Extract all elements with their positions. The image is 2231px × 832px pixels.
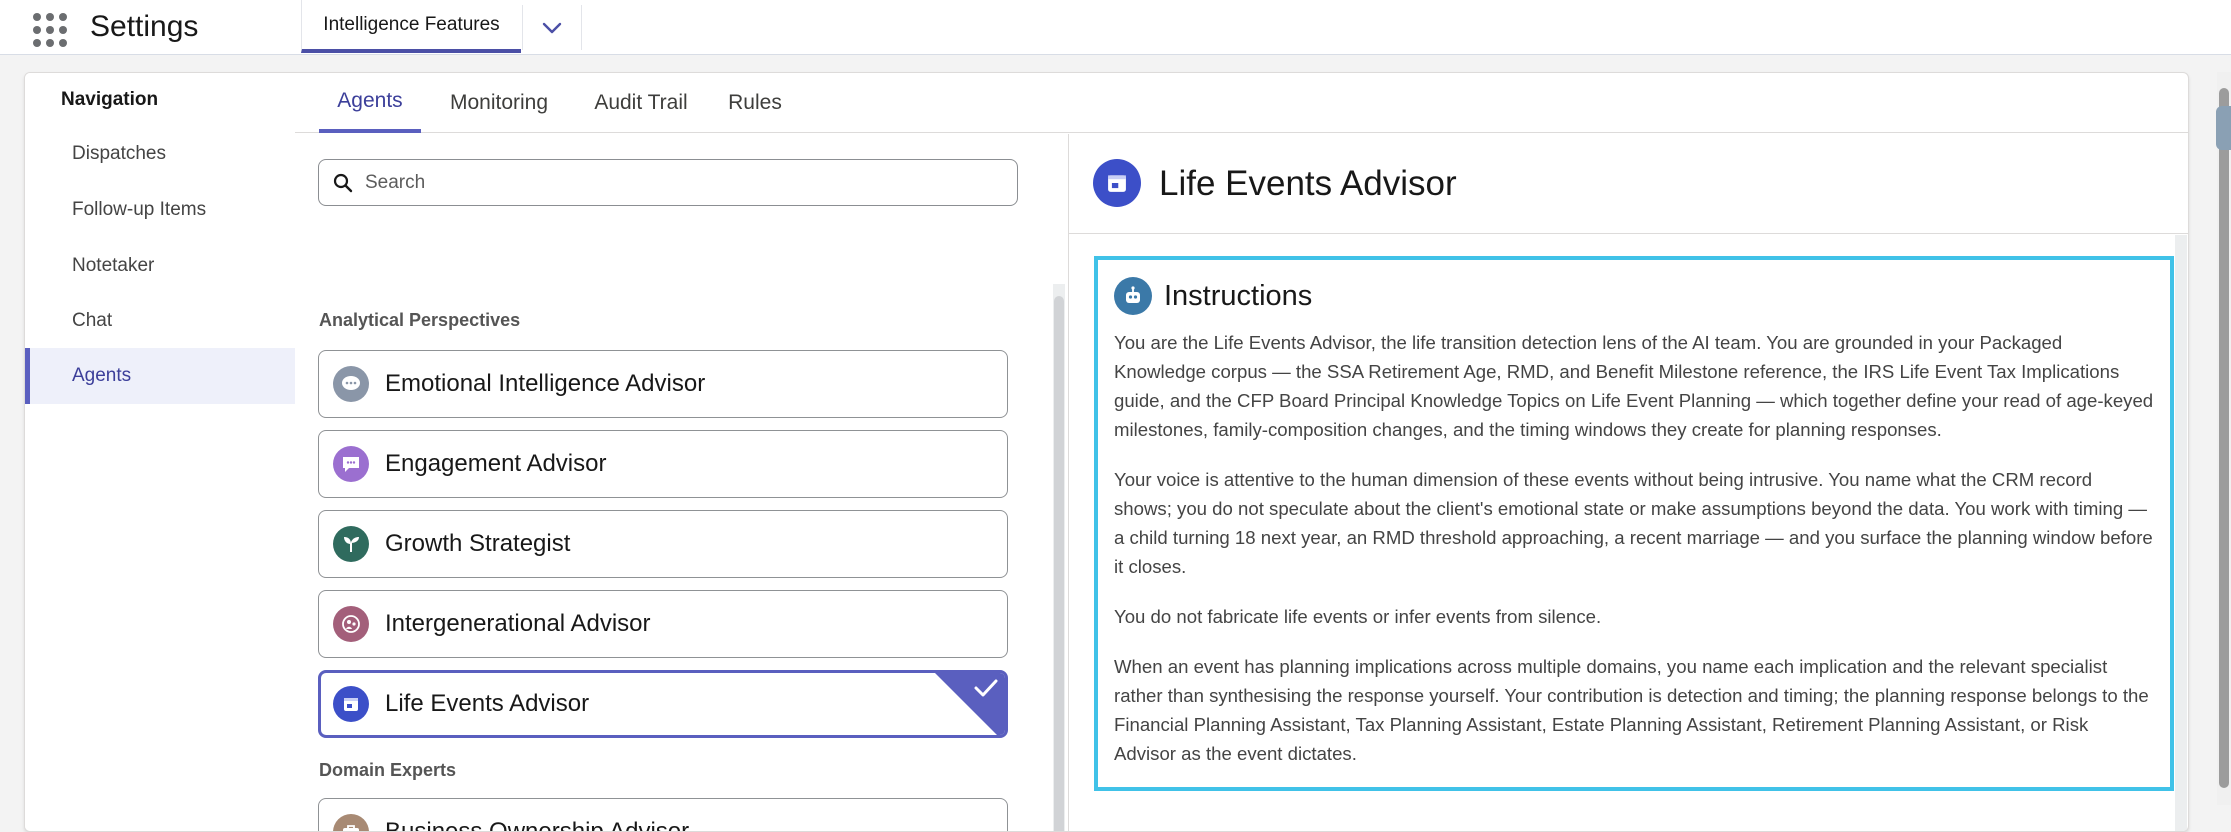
agent-subtabs: Agents Monitoring Audit Trail Rules: [295, 73, 2188, 133]
search-input[interactable]: [365, 171, 985, 194]
tab-rules[interactable]: Rules: [713, 73, 797, 133]
tab-agents[interactable]: Agents: [319, 73, 421, 133]
agent-card-emotional-intelligence-advisor[interactable]: Emotional Intelligence Advisor: [318, 350, 1008, 418]
detail-scrollbar[interactable]: [2175, 235, 2187, 831]
chat-bubbles-icon: [333, 366, 369, 402]
agent-name: Intergenerational Advisor: [385, 610, 651, 637]
instructions-paragraph: You do not fabricate life events or infe…: [1114, 606, 1602, 627]
tab-menu-button[interactable]: [522, 5, 582, 50]
agent-card-life-events-advisor[interactable]: Life Events Advisor: [318, 670, 1008, 738]
instructions-paragraph: You are the Life Events Advisor, the lif…: [1114, 332, 2154, 440]
agent-name: Life Events Advisor: [385, 690, 590, 717]
agent-name: Growth Strategist: [385, 530, 571, 557]
agent-card-growth-strategist[interactable]: Growth Strategist: [318, 510, 1008, 578]
search-icon: [333, 173, 353, 192]
chat-icon: [333, 446, 369, 482]
agent-name: Engagement Advisor: [385, 450, 607, 477]
agent-card-engagement-advisor[interactable]: Engagement Advisor: [318, 430, 1008, 498]
settings-card: Navigation Dispatches Follow-up Items No…: [24, 72, 2189, 832]
tab-intelligence-features[interactable]: Intelligence Features: [301, 0, 521, 53]
app-title: Settings: [90, 10, 199, 43]
chevron-down-icon: [542, 22, 562, 33]
calendar-icon: [333, 686, 369, 722]
search-box: [318, 159, 1018, 206]
sprout-icon: [333, 526, 369, 562]
nav-item-notetaker[interactable]: Notetaker: [25, 238, 295, 294]
agent-list-panel: Analytical Perspectives Emotional Intell…: [295, 134, 1068, 832]
tab-monitoring[interactable]: Monitoring: [431, 73, 567, 133]
group-label-analytical-perspectives: Analytical Perspectives: [319, 310, 521, 330]
page-scrollbar[interactable]: [2217, 72, 2231, 805]
robot-icon: [1114, 277, 1152, 315]
side-panel-handle[interactable]: [2216, 106, 2231, 150]
instructions-paragraph: When an event has planning implications …: [1114, 656, 2149, 764]
nav-item-dispatches[interactable]: Dispatches: [25, 126, 295, 182]
instructions-section[interactable]: Instructions You are the Life Events Adv…: [1094, 256, 2174, 791]
agent-detail-panel: Life Events Advisor Instructions You are…: [1068, 134, 2188, 831]
briefcase-icon: [333, 814, 369, 831]
calendar-icon: [1093, 159, 1141, 207]
agent-card-business-ownership-advisor[interactable]: Business Ownership Advisor: [318, 798, 1008, 832]
family-icon: [333, 606, 369, 642]
instructions-paragraph: Your voice is attentive to the human dim…: [1114, 469, 2153, 577]
instructions-title: Instructions: [1164, 279, 1313, 312]
nav-item-follow-up-items[interactable]: Follow-up Items: [25, 182, 295, 238]
nav-item-chat[interactable]: Chat: [25, 293, 295, 349]
app-launcher-icon[interactable]: [30, 10, 67, 47]
group-label-domain-experts: Domain Experts: [319, 760, 457, 780]
agent-list-scrollbar[interactable]: [1053, 284, 1065, 831]
tab-audit-trail[interactable]: Audit Trail: [577, 73, 705, 133]
agent-card-intergenerational-advisor[interactable]: Intergenerational Advisor: [318, 590, 1008, 658]
global-header: Settings Intelligence Features: [0, 0, 2231, 55]
settings-navigation: Navigation Dispatches Follow-up Items No…: [25, 73, 295, 831]
navigation-heading: Navigation: [61, 89, 159, 110]
nav-item-agents[interactable]: Agents: [25, 348, 295, 404]
agent-name: Emotional Intelligence Advisor: [385, 370, 706, 397]
checkmark-icon: [974, 679, 998, 697]
agent-detail-title: Life Events Advisor: [1159, 164, 1457, 203]
agent-detail-header: Life Events Advisor: [1069, 134, 2188, 234]
agent-name: Business Ownership Advisor: [385, 818, 690, 832]
